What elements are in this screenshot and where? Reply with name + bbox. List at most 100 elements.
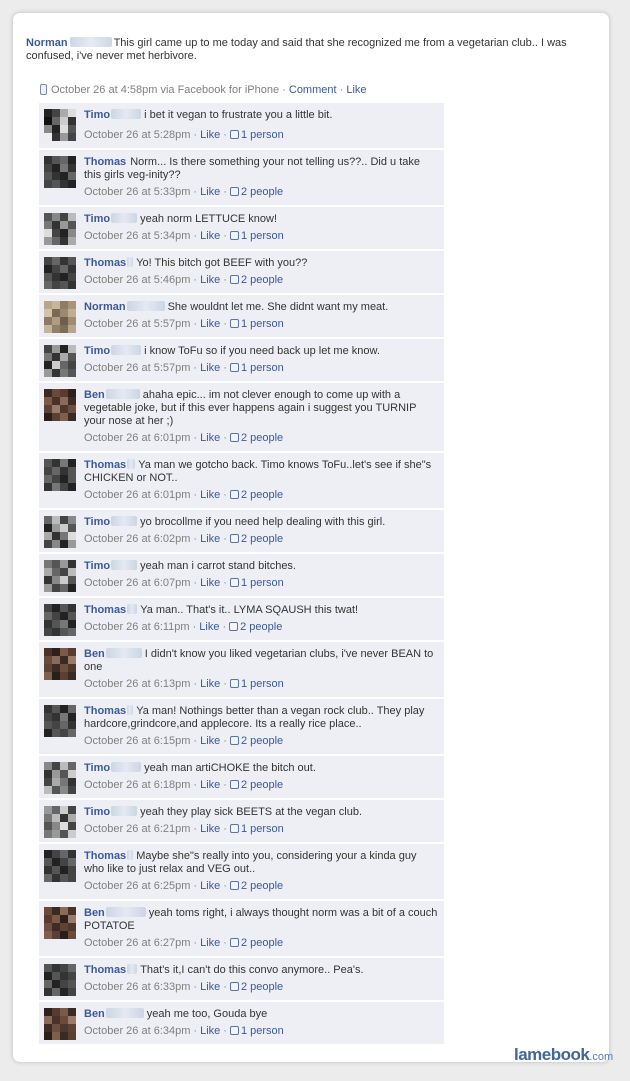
comment-like-count[interactable]: 2 people bbox=[241, 779, 283, 791]
comment-like-link[interactable]: Like bbox=[199, 621, 219, 633]
avatar[interactable] bbox=[44, 762, 76, 794]
comment-like-count[interactable]: 1 person bbox=[241, 230, 284, 242]
comment-like-count[interactable]: 2 people bbox=[241, 937, 283, 949]
comment-author[interactable]: Timo bbox=[84, 560, 110, 572]
comment-text-block: Timo i know ToFu so if you need back up l… bbox=[84, 345, 438, 358]
comment-author[interactable]: Timo bbox=[84, 806, 110, 818]
comment-like-count[interactable]: 2 people bbox=[241, 735, 283, 747]
avatar[interactable] bbox=[44, 213, 76, 245]
post-author[interactable]: Norman bbox=[26, 37, 68, 49]
phone-icon bbox=[40, 84, 47, 95]
comment-text-block: Thomas Ya man! Nothings better than a veg… bbox=[84, 705, 438, 731]
avatar[interactable] bbox=[44, 345, 76, 377]
comment-like-count[interactable]: 2 people bbox=[241, 186, 283, 198]
comment-text: She wouldnt let me. She didnt want my me… bbox=[167, 301, 389, 313]
comment-like-link[interactable]: Like bbox=[200, 230, 220, 242]
comment-like-link[interactable]: Like bbox=[200, 937, 220, 949]
redacted-surname bbox=[105, 648, 142, 658]
comment-author[interactable]: Timo bbox=[84, 345, 110, 357]
avatar[interactable] bbox=[44, 109, 76, 141]
comment-like-link[interactable]: Like bbox=[200, 489, 220, 501]
comment-like-count[interactable]: 2 people bbox=[240, 621, 282, 633]
comment-author[interactable]: Thomas bbox=[84, 257, 126, 269]
comment-like-link[interactable]: Like bbox=[200, 981, 220, 993]
comment-author[interactable]: Ben bbox=[84, 907, 105, 919]
comment-like-link[interactable]: Like bbox=[200, 318, 220, 330]
comment-text: yeah they play sick BEETS at the vegan c… bbox=[140, 806, 363, 818]
comment-like-link[interactable]: Like bbox=[200, 186, 220, 198]
avatar[interactable] bbox=[44, 850, 76, 882]
comment-like-count[interactable]: 2 people bbox=[241, 489, 283, 501]
thumbs-up-icon bbox=[229, 824, 239, 833]
comment-author[interactable]: Norman bbox=[84, 301, 126, 313]
comment-like-link[interactable]: Like bbox=[200, 880, 220, 892]
comment-author[interactable]: Timo bbox=[84, 213, 110, 225]
comment-like-count[interactable]: 1 person bbox=[241, 678, 284, 690]
redacted-surname bbox=[127, 257, 134, 267]
avatar[interactable] bbox=[44, 389, 76, 421]
comment-like-link[interactable]: Like bbox=[200, 533, 220, 545]
comment-like-link[interactable]: Like bbox=[200, 678, 220, 690]
comment-text-block: Thomas Ya man.. That's it.. LYMA SQAUSH t… bbox=[84, 604, 438, 617]
avatar[interactable] bbox=[44, 907, 76, 939]
comment-author[interactable]: Thomas bbox=[84, 964, 126, 976]
comment-meta: October 26 at 6:07pm · Like · 1 person bbox=[84, 577, 284, 589]
comment-like-count[interactable]: 2 people bbox=[241, 880, 283, 892]
avatar[interactable] bbox=[44, 806, 76, 838]
comment-item: Ben yeah me too, Gouda bye October 26 at 6… bbox=[39, 1002, 444, 1044]
comment-like-count[interactable]: 1 person bbox=[241, 823, 284, 835]
like-link[interactable]: Like bbox=[346, 84, 366, 96]
comment-text-block: Thomas Maybe she"s really into you, consi… bbox=[84, 850, 438, 876]
avatar[interactable] bbox=[44, 705, 76, 737]
comment-like-link[interactable]: Like bbox=[200, 735, 220, 747]
comment-author[interactable]: Ben bbox=[84, 648, 105, 660]
comment-like-link[interactable]: Like bbox=[200, 1025, 220, 1037]
avatar[interactable] bbox=[44, 301, 76, 333]
comment-author[interactable]: Timo bbox=[84, 762, 110, 774]
comment-like-count[interactable]: 1 person bbox=[241, 318, 284, 330]
comment-author[interactable]: Timo bbox=[84, 109, 110, 121]
comment-like-link[interactable]: Like bbox=[200, 274, 220, 286]
comment-like-count[interactable]: 2 people bbox=[241, 533, 283, 545]
avatar[interactable] bbox=[44, 964, 76, 996]
comment-text-block: Timo yo brocollme if you need help dealin… bbox=[84, 516, 438, 529]
comment-like-link[interactable]: Like bbox=[200, 823, 220, 835]
avatar[interactable] bbox=[44, 648, 76, 680]
comment-like-link[interactable]: Like bbox=[200, 432, 220, 444]
comment-like-link[interactable]: Like bbox=[200, 129, 220, 141]
comment-author[interactable]: Thomas bbox=[84, 156, 126, 168]
comment-like-count[interactable]: 2 people bbox=[241, 274, 283, 286]
comment-like-count[interactable]: 2 people bbox=[241, 432, 283, 444]
comment-like-count[interactable]: 2 people bbox=[241, 981, 283, 993]
comment-author[interactable]: Ben bbox=[84, 1008, 105, 1020]
comment-item: Norman She wouldnt let me. She didnt want… bbox=[39, 295, 444, 337]
comment-like-link[interactable]: Like bbox=[200, 779, 220, 791]
comment-text: Ya man we gotcho back. Timo knows ToFu..… bbox=[84, 459, 432, 484]
comment-like-count[interactable]: 1 person bbox=[241, 362, 284, 374]
comment-author[interactable]: Thomas bbox=[84, 850, 126, 862]
comments-list: Timo i bet it vegan to frustrate you a li… bbox=[39, 103, 444, 1046]
comment-meta: October 26 at 5:33pm · Like · 2 people bbox=[84, 186, 284, 198]
comment-timestamp: October 26 at 5:57pm bbox=[84, 362, 191, 374]
avatar[interactable] bbox=[44, 516, 76, 548]
comment-like-link[interactable]: Like bbox=[200, 577, 220, 589]
avatar[interactable] bbox=[44, 459, 76, 491]
comment-like-count[interactable]: 1 person bbox=[241, 129, 284, 141]
avatar[interactable] bbox=[44, 560, 76, 592]
avatar[interactable] bbox=[44, 156, 76, 188]
comment-author[interactable]: Thomas bbox=[84, 604, 126, 616]
comment-text: yeah norm LETTUCE know! bbox=[140, 213, 278, 225]
avatar[interactable] bbox=[44, 604, 76, 636]
comment-author[interactable]: Ben bbox=[84, 389, 105, 401]
comment-author[interactable]: Thomas bbox=[84, 459, 126, 471]
comment-author[interactable]: Timo bbox=[84, 516, 110, 528]
avatar[interactable] bbox=[44, 1008, 76, 1040]
comment-like-count[interactable]: 1 person bbox=[241, 577, 284, 589]
comment-timestamp: October 26 at 6:21pm bbox=[84, 823, 191, 835]
avatar[interactable] bbox=[44, 257, 76, 289]
thumbs-up-icon bbox=[229, 938, 239, 947]
comment-link[interactable]: Comment bbox=[289, 84, 337, 96]
comment-like-link[interactable]: Like bbox=[200, 362, 220, 374]
comment-author[interactable]: Thomas bbox=[84, 705, 126, 717]
comment-like-count[interactable]: 1 person bbox=[241, 1025, 284, 1037]
